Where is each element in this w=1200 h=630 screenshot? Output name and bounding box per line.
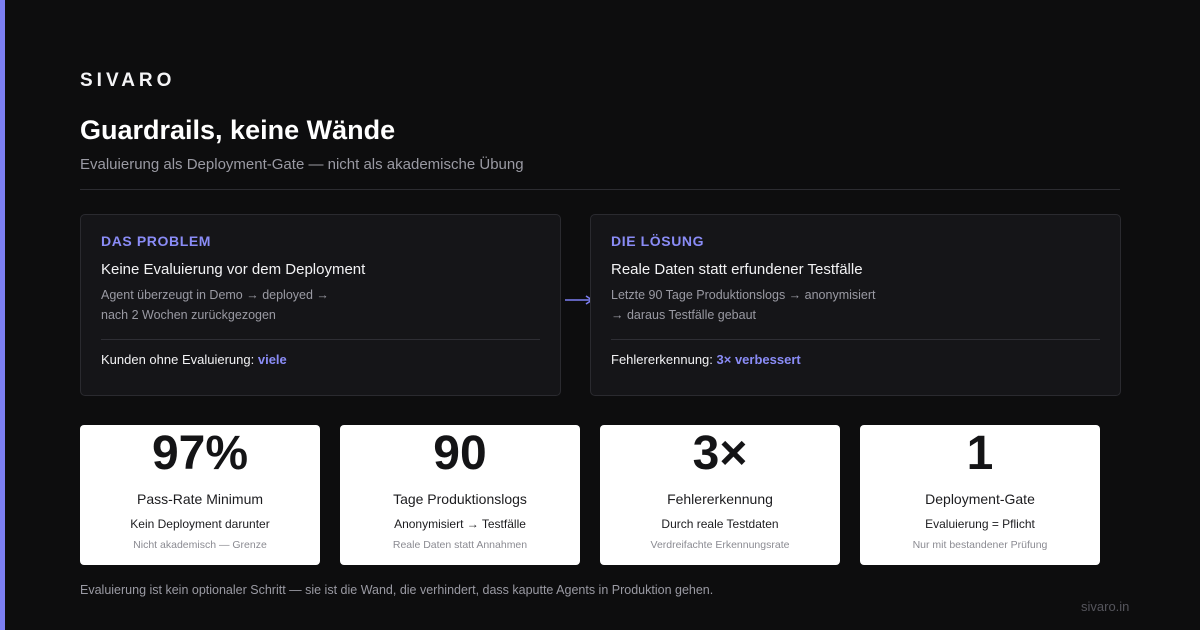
header-divider [80, 189, 1120, 190]
solution-metric: Fehlererkennung: 3× verbessert [611, 352, 1100, 367]
stat-label: Fehlererkennung [667, 491, 773, 507]
problem-divider [101, 339, 540, 340]
problem-label: DAS PROBLEM [101, 233, 212, 249]
stat-label: Pass-Rate Minimum [136, 491, 264, 507]
stat-subtext: Anonymisiert → Testfälle [394, 517, 526, 531]
stat-value: 97% [151, 427, 249, 480]
solution-body-line: Letzte 90 Tage Produktionslogs → anonymi… [611, 288, 876, 302]
stat-note: Nur mit bestandener Prüfung [912, 539, 1048, 551]
stat-note: Verdreifachte Erkennungsrate [650, 539, 790, 551]
problem-heading: Keine Evaluierung vor dem Deployment [101, 261, 366, 278]
solution-label: DIE LÖSUNG [611, 233, 705, 249]
footer-statement: Evaluierung ist kein optionaler Schritt … [80, 583, 714, 597]
stat-card-error-detection: 3× Fehlererkennung Durch reale Testdaten… [600, 425, 840, 565]
solution-panel: DIE LÖSUNG Reale Daten statt erfundener … [590, 214, 1121, 396]
problem-metric-value: viele [257, 352, 287, 367]
stat-card-production-logs: 90 Tage Produktionslogs Anonymisiert → T… [340, 425, 580, 565]
solution-metric-value: 3× verbessert [716, 352, 801, 367]
stat-value: 3× [692, 427, 748, 480]
stat-value: 90 [433, 427, 487, 480]
stat-subtext: Kein Deployment darunter [130, 517, 270, 531]
problem-body-line: nach 2 Wochen zurückgezogen [101, 308, 276, 322]
problem-body-line: Agent überzeugt in Demo → deployed → [101, 288, 329, 302]
problem-metric: Kunden ohne Evaluierung: viele [101, 352, 540, 367]
solution-body: Letzte 90 Tage Produktionslogs → anonymi… [611, 285, 1100, 325]
stat-subtext: Durch reale Testdaten [661, 517, 779, 531]
stat-note: Nicht akademisch — Grenze [133, 539, 267, 551]
brand-logo: SIVARO [80, 70, 176, 91]
site-url[interactable]: sivaro.in [1081, 599, 1129, 614]
page-subtitle: Evaluierung als Deployment-Gate — nicht … [80, 156, 524, 173]
stat-subtext: Evaluierung = Pflicht [925, 517, 1035, 531]
stat-label: Tage Produktionslogs [393, 491, 527, 507]
stat-card-pass-rate: 97% Pass-Rate Minimum Kein Deployment da… [80, 425, 320, 565]
stat-label: Deployment-Gate [925, 491, 1035, 507]
page-title: Guardrails, keine Wände [80, 115, 396, 145]
accent-bar [0, 0, 5, 630]
stat-value: 1 [966, 427, 994, 480]
problem-panel: DAS PROBLEM Keine Evaluierung vor dem De… [80, 214, 561, 396]
stat-note: Reale Daten statt Annahmen [392, 539, 528, 551]
solution-metric-label: Fehlererkennung: [611, 352, 717, 367]
solution-body-line: → daraus Testfälle gebaut [611, 308, 757, 322]
problem-body: Agent überzeugt in Demo → deployed → nac… [101, 285, 540, 325]
solution-divider [611, 339, 1100, 340]
stat-card-deployment-gate: 1 Deployment-Gate Evaluierung = Pflicht … [860, 425, 1100, 565]
problem-metric-label: Kunden ohne Evaluierung: [101, 352, 258, 367]
solution-heading: Reale Daten statt erfundener Testfälle [611, 261, 863, 278]
